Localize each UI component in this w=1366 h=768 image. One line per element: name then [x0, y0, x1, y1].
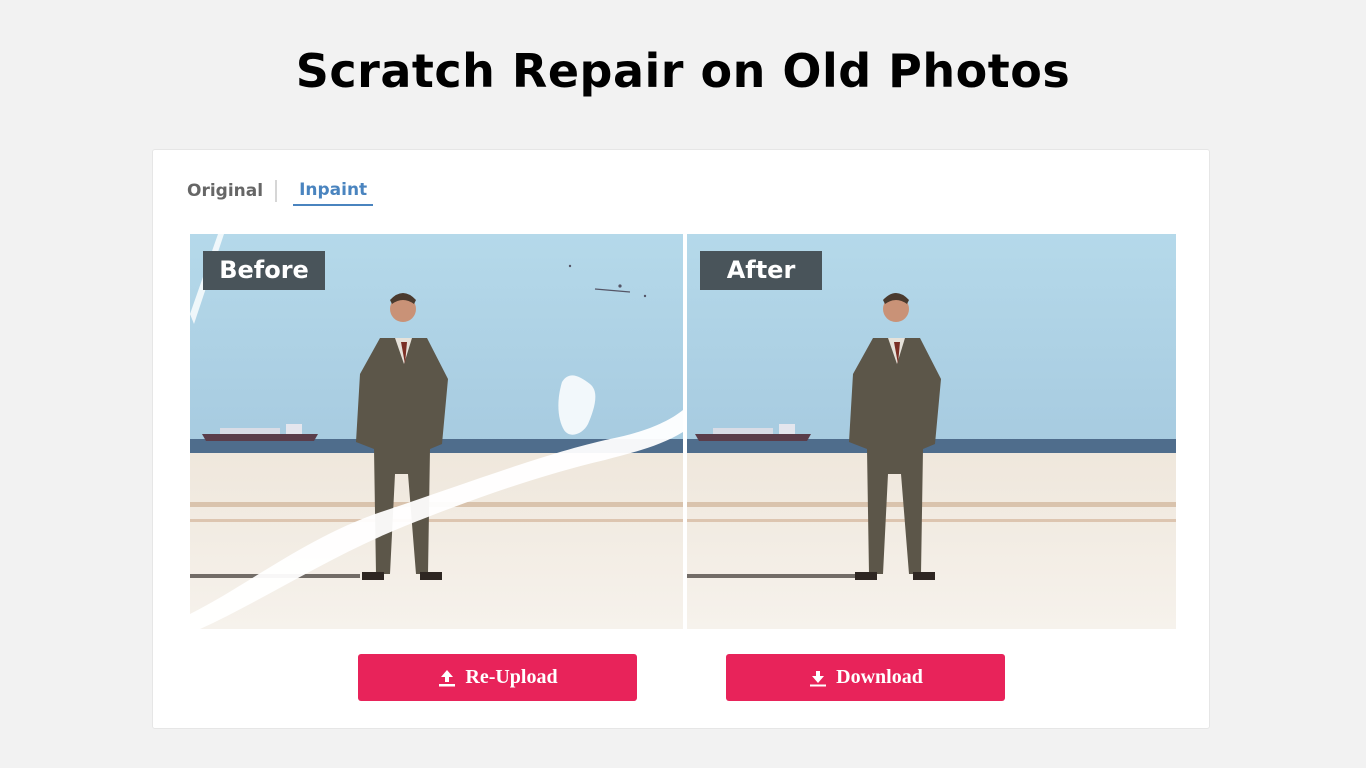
download-label: Download — [836, 666, 923, 688]
before-photo: Before — [190, 234, 683, 629]
view-tabs: Original Inpaint — [187, 178, 374, 208]
page-title: Scratch Repair on Old Photos — [295, 44, 1071, 98]
before-label: Before — [203, 251, 325, 290]
after-label: After — [700, 251, 822, 290]
before-photo-image — [190, 234, 683, 629]
tab-original[interactable]: Original — [187, 179, 275, 207]
reupload-label: Re-Upload — [465, 666, 558, 688]
download-button[interactable]: Download — [726, 654, 1005, 701]
reupload-button[interactable]: Re-Upload — [358, 654, 637, 701]
editor-card: Original Inpaint Before After Re-Upload … — [152, 149, 1210, 729]
tab-inpaint[interactable]: Inpaint — [293, 178, 374, 206]
tab-divider — [275, 180, 278, 202]
after-photo-image — [687, 234, 1176, 629]
download-icon — [810, 670, 827, 686]
upload-icon — [439, 669, 456, 686]
after-photo: After — [687, 234, 1176, 629]
